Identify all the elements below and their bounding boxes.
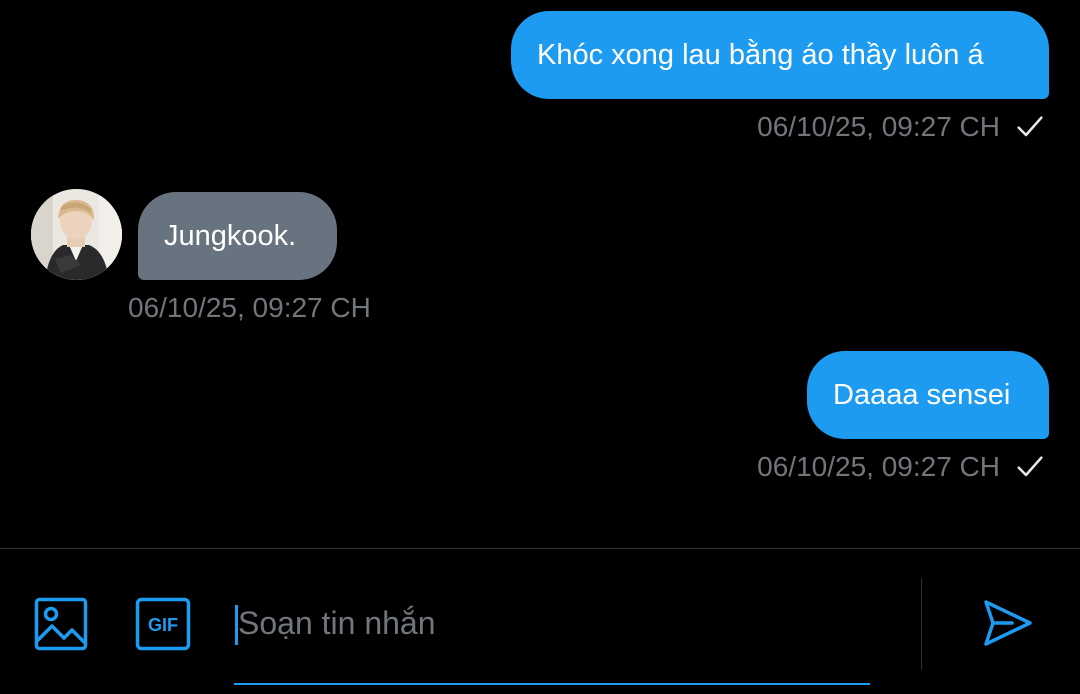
composer-divider	[0, 548, 1080, 549]
message-input-container[interactable]	[234, 590, 870, 686]
message-timestamp: 06/10/25, 09:27 CH	[757, 111, 1000, 142]
message-input[interactable]	[234, 590, 870, 656]
composer-separator	[921, 578, 922, 670]
input-focus-underline	[234, 683, 870, 685]
check-icon	[1017, 116, 1043, 137]
message-meta: 06/10/25, 09:27 CH	[757, 451, 1046, 483]
message-text: Daaaa sensei	[833, 378, 1011, 411]
gif-icon[interactable]: GIF	[135, 597, 191, 651]
message-timestamp: 06/10/25, 09:27 CH	[128, 292, 371, 323]
image-icon[interactable]	[34, 597, 88, 651]
avatar-image	[31, 189, 122, 280]
send-icon[interactable]	[982, 597, 1034, 649]
dm-conversation: Khóc xong lau bằng áo thầy luôn á 06/10/…	[0, 0, 1080, 694]
message-bubble-received[interactable]: Jungkook.	[138, 192, 337, 280]
message-meta: 06/10/25, 09:27 CH	[757, 111, 1046, 143]
message-meta: 06/10/25, 09:27 CH	[128, 292, 371, 324]
message-text: Jungkook.	[164, 219, 297, 252]
avatar[interactable]	[31, 189, 122, 280]
text-caret	[235, 605, 238, 645]
message-bubble-sent[interactable]: Khóc xong lau bằng áo thầy luôn á	[511, 11, 1049, 99]
gif-label: GIF	[148, 615, 178, 635]
message-bubble-sent[interactable]: Daaaa sensei	[807, 351, 1049, 439]
message-text: Khóc xong lau bằng áo thầy luôn á	[537, 38, 984, 71]
check-icon	[1017, 456, 1043, 477]
message-timestamp: 06/10/25, 09:27 CH	[757, 451, 1000, 482]
